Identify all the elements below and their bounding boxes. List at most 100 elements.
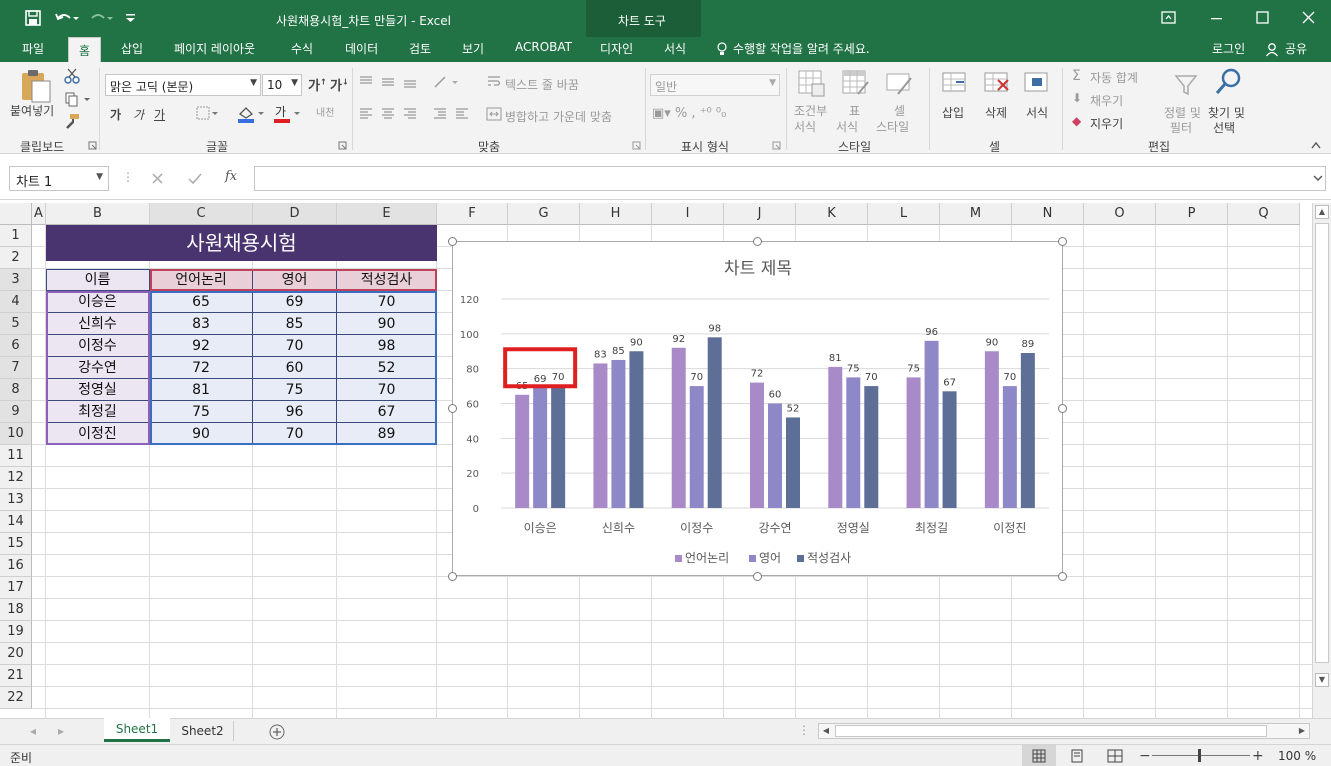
column-header[interactable]: J: [724, 203, 796, 225]
row-header[interactable]: 7: [0, 357, 32, 379]
sort-filter-icon[interactable]: [1172, 70, 1200, 98]
row-header[interactable]: 19: [0, 621, 32, 643]
table-header-cell[interactable]: 영어: [253, 269, 337, 291]
wrap-text-icon[interactable]: [486, 74, 502, 90]
table-value-cell[interactable]: 67: [337, 401, 437, 423]
confirm-entry-icon[interactable]: [187, 171, 203, 187]
page-break-view-icon[interactable]: [1107, 749, 1123, 763]
table-value-cell[interactable]: 90: [150, 423, 253, 445]
phonetic-guide-icon[interactable]: 내천: [316, 104, 334, 119]
tab-acrobat[interactable]: ACROBAT: [515, 40, 572, 54]
table-value-cell[interactable]: 52: [337, 357, 437, 379]
row-header[interactable]: 9: [0, 401, 32, 423]
sheet-tab-active[interactable]: Sheet1: [104, 718, 170, 742]
tell-me-search[interactable]: 수행할 작업을 알려 주세요.: [733, 40, 870, 57]
select-all-corner[interactable]: [0, 203, 32, 225]
row-header[interactable]: 21: [0, 665, 32, 687]
table-value-cell[interactable]: 72: [150, 357, 253, 379]
add-sheet-icon[interactable]: [268, 723, 286, 741]
tab-formulas[interactable]: 수식: [291, 40, 313, 57]
sheet-tab[interactable]: Sheet2: [172, 721, 234, 741]
h-scroll-thumb[interactable]: [835, 725, 1267, 737]
column-header[interactable]: M: [940, 203, 1012, 225]
column-header[interactable]: N: [1012, 203, 1084, 225]
zoom-level[interactable]: 100 %: [1278, 749, 1316, 763]
column-header[interactable]: P: [1156, 203, 1228, 225]
page-layout-view-icon[interactable]: [1070, 749, 1084, 763]
redo-icon[interactable]: [88, 9, 114, 27]
row-header[interactable]: 10: [0, 423, 32, 445]
italic-icon[interactable]: 가: [133, 106, 144, 123]
row-header[interactable]: 14: [0, 511, 32, 533]
paste-icon[interactable]: [18, 68, 52, 104]
orientation-icon[interactable]: [432, 74, 462, 90]
borders-icon[interactable]: [196, 106, 220, 122]
indent-icons[interactable]: [432, 106, 472, 122]
column-header[interactable]: O: [1084, 203, 1156, 225]
scroll-left-button[interactable]: ◀: [819, 724, 833, 738]
number-format-select[interactable]: 일반 ▼: [650, 74, 780, 96]
row-header[interactable]: 22: [0, 687, 32, 709]
chart-resize-handle[interactable]: [448, 572, 457, 581]
chart-resize-handle[interactable]: [1058, 404, 1067, 413]
table-name-cell[interactable]: 정영실: [46, 379, 150, 401]
format-table-label[interactable]: 표: [849, 102, 860, 119]
next-sheet-icon[interactable]: ▸: [58, 724, 64, 738]
column-header[interactable]: K: [796, 203, 868, 225]
chart-title[interactable]: 차트 제목: [724, 259, 792, 279]
format-painter-icon[interactable]: [64, 113, 80, 129]
ribbon-display-options-icon[interactable]: [1160, 10, 1178, 26]
tab-data[interactable]: 데이터: [345, 40, 378, 57]
table-value-cell[interactable]: 60: [253, 357, 337, 379]
insert-cells-icon[interactable]: [940, 68, 970, 98]
format-table-label-2[interactable]: 서식: [836, 118, 858, 135]
row-header[interactable]: 16: [0, 555, 32, 577]
row-header[interactable]: 2: [0, 247, 32, 269]
tab-review[interactable]: 검토: [409, 40, 431, 57]
tab-page-layout[interactable]: 페이지 레이아웃: [174, 40, 255, 57]
format-cells-button[interactable]: 서식: [1026, 104, 1048, 121]
table-value-cell[interactable]: 85: [253, 313, 337, 335]
fill-color-icon[interactable]: [236, 104, 266, 124]
clear-button[interactable]: 지우기: [1090, 115, 1123, 132]
expand-formula-bar-icon[interactable]: [1312, 173, 1324, 183]
maximize-icon[interactable]: [1254, 10, 1272, 26]
login-link[interactable]: 로그인: [1212, 40, 1245, 57]
row-header[interactable]: 3: [0, 269, 32, 291]
row-header[interactable]: 8: [0, 379, 32, 401]
column-header[interactable]: A: [32, 203, 46, 225]
chart-resize-handle[interactable]: [753, 237, 762, 246]
tab-split-handle[interactable]: ⋮: [798, 723, 810, 737]
table-value-cell[interactable]: 70: [337, 291, 437, 313]
autosum-button[interactable]: 자동 합계: [1090, 69, 1138, 86]
table-name-cell[interactable]: 이승은: [46, 291, 150, 313]
column-header[interactable]: H: [580, 203, 652, 225]
row-header[interactable]: 18: [0, 599, 32, 621]
delete-cells-button[interactable]: 삭제: [985, 104, 1007, 121]
table-header-cell[interactable]: 이름: [46, 269, 150, 291]
undo-icon[interactable]: [54, 9, 80, 27]
decrease-font-icon[interactable]: 가↓: [330, 75, 349, 94]
zoom-in-button[interactable]: +: [1252, 748, 1264, 764]
table-header-cell[interactable]: 언어논리: [150, 269, 253, 291]
row-header[interactable]: 5: [0, 313, 32, 335]
save-icon[interactable]: [24, 9, 42, 27]
wrap-text-button[interactable]: 텍스트 줄 바꿈: [505, 76, 579, 93]
tab-format[interactable]: 서식: [664, 40, 686, 57]
number-format-icons[interactable]: ▣▾ % , ⁺⁰ ⁰₀: [652, 106, 726, 121]
merge-center-icon[interactable]: [486, 106, 502, 122]
horizontal-scrollbar[interactable]: ◀ ▶: [818, 723, 1310, 739]
row-header[interactable]: 11: [0, 445, 32, 467]
column-header[interactable]: C: [150, 203, 253, 225]
number-launcher-icon[interactable]: [772, 141, 782, 151]
row-header[interactable]: 20: [0, 643, 32, 665]
conditional-format-label[interactable]: 조건부: [794, 102, 827, 119]
scroll-down-button[interactable]: ▼: [1315, 673, 1329, 687]
font-color-icon[interactable]: 가: [272, 104, 302, 124]
table-value-cell[interactable]: 65: [150, 291, 253, 313]
insert-function-icon[interactable]: fx: [225, 169, 237, 184]
table-value-cell[interactable]: 69: [253, 291, 337, 313]
chart-resize-handle[interactable]: [1058, 237, 1067, 246]
chart-resize-handle[interactable]: [1058, 572, 1067, 581]
column-header[interactable]: G: [508, 203, 580, 225]
